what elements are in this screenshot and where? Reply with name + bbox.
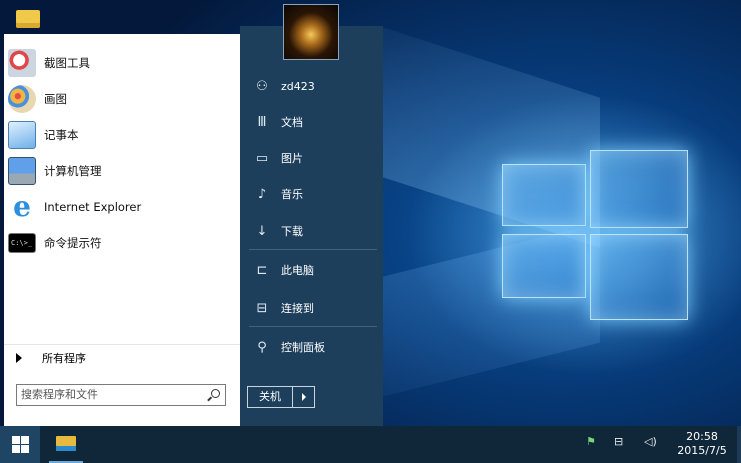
shutdown-button[interactable]: 关机: [248, 387, 293, 407]
taskbar-file-explorer[interactable]: [49, 426, 83, 463]
start-button[interactable]: [0, 426, 40, 463]
programs-panel: 截图工具 画图 记事本 计算机管理 e Internet Explorer C:…: [4, 34, 240, 428]
place-item-documents[interactable]: Ⅲ 文档: [244, 107, 383, 137]
tray-network-icon[interactable]: ⊟: [614, 435, 623, 448]
arrow-right-icon: [16, 353, 22, 363]
user-avatar[interactable]: [283, 4, 339, 60]
place-item-downloads[interactable]: ↓ 下载: [244, 216, 383, 246]
clock-time: 20:58: [686, 430, 718, 443]
start-menu: 截图工具 画图 记事本 计算机管理 e Internet Explorer C:…: [4, 26, 383, 428]
windows-logo-wallpaper: [500, 138, 690, 328]
user-icon: ⚇: [256, 78, 268, 94]
app-label: 画图: [44, 92, 67, 106]
taskbar-clock[interactable]: 20:58 2015/7/5: [672, 430, 732, 458]
place-label: 下载: [281, 225, 303, 238]
app-label: Internet Explorer: [44, 200, 142, 214]
app-item-snipping-tool[interactable]: 截图工具: [8, 46, 236, 80]
pictures-icon: ▭: [255, 150, 269, 166]
place-item-pictures[interactable]: ▭ 图片: [244, 143, 383, 173]
app-item-paint[interactable]: 画图: [8, 82, 236, 116]
music-icon: ♪: [257, 186, 267, 202]
app-label: 命令提示符: [44, 236, 102, 250]
notepad-icon: [8, 121, 36, 149]
place-label: 控制面板: [281, 341, 325, 354]
control-panel-icon: ⚲: [257, 339, 267, 355]
windows-logo-icon: [12, 436, 29, 453]
search-icon[interactable]: [211, 389, 220, 398]
connect-to-icon: ⊟: [256, 300, 268, 316]
place-label: 图片: [281, 152, 303, 165]
shutdown-options-button[interactable]: [293, 387, 314, 407]
command-prompt-icon: C:\>_: [8, 233, 36, 253]
app-label: 记事本: [44, 128, 79, 142]
this-pc-icon: ⊏: [256, 262, 268, 278]
tray-security-icon[interactable]: ⚑: [586, 435, 596, 448]
search-input[interactable]: [21, 386, 201, 402]
place-item-music[interactable]: ♪ 音乐: [244, 179, 383, 209]
place-label: 文档: [281, 116, 303, 129]
place-item-connect-to[interactable]: ⊟ 连接到: [244, 293, 383, 323]
app-item-computer-management[interactable]: 计算机管理: [8, 154, 236, 188]
place-label: 音乐: [281, 188, 303, 201]
internet-explorer-icon: e: [13, 190, 31, 223]
taskbar: ⚑ ⊟ ◁) 20:58 2015/7/5: [0, 426, 741, 463]
app-item-notepad[interactable]: 记事本: [8, 118, 236, 152]
places-divider: [249, 249, 377, 250]
places-divider: [249, 326, 377, 327]
place-label: zd423: [281, 79, 315, 93]
place-item-control-panel[interactable]: ⚲ 控制面板: [244, 332, 383, 362]
place-item-this-pc[interactable]: ⊏ 此电脑: [244, 255, 383, 285]
place-label: 连接到: [281, 302, 314, 315]
snipping-tool-icon: [8, 49, 36, 77]
downloads-icon: ↓: [256, 223, 268, 239]
place-label: 此电脑: [281, 264, 314, 277]
clock-date: 2015/7/5: [677, 444, 727, 457]
all-programs-label: 所有程序: [42, 352, 86, 365]
app-item-internet-explorer[interactable]: e Internet Explorer: [8, 190, 236, 224]
shutdown-button-group: 关机: [247, 386, 315, 408]
place-item-user[interactable]: ⚇ zd423: [244, 71, 383, 101]
show-desktop-button[interactable]: [737, 426, 741, 463]
search-box[interactable]: [16, 384, 226, 406]
app-item-command-prompt[interactable]: C:\>_ 命令提示符: [8, 226, 236, 260]
app-label: 截图工具: [44, 56, 90, 70]
computer-management-icon: [8, 157, 36, 185]
file-explorer-icon: [56, 436, 76, 451]
documents-icon: Ⅲ: [257, 114, 267, 130]
arrow-right-icon: [301, 393, 306, 401]
all-programs-button[interactable]: 所有程序: [4, 344, 240, 371]
paint-icon: [8, 85, 36, 113]
app-label: 计算机管理: [44, 164, 102, 178]
tray-volume-icon[interactable]: ◁): [644, 435, 657, 448]
